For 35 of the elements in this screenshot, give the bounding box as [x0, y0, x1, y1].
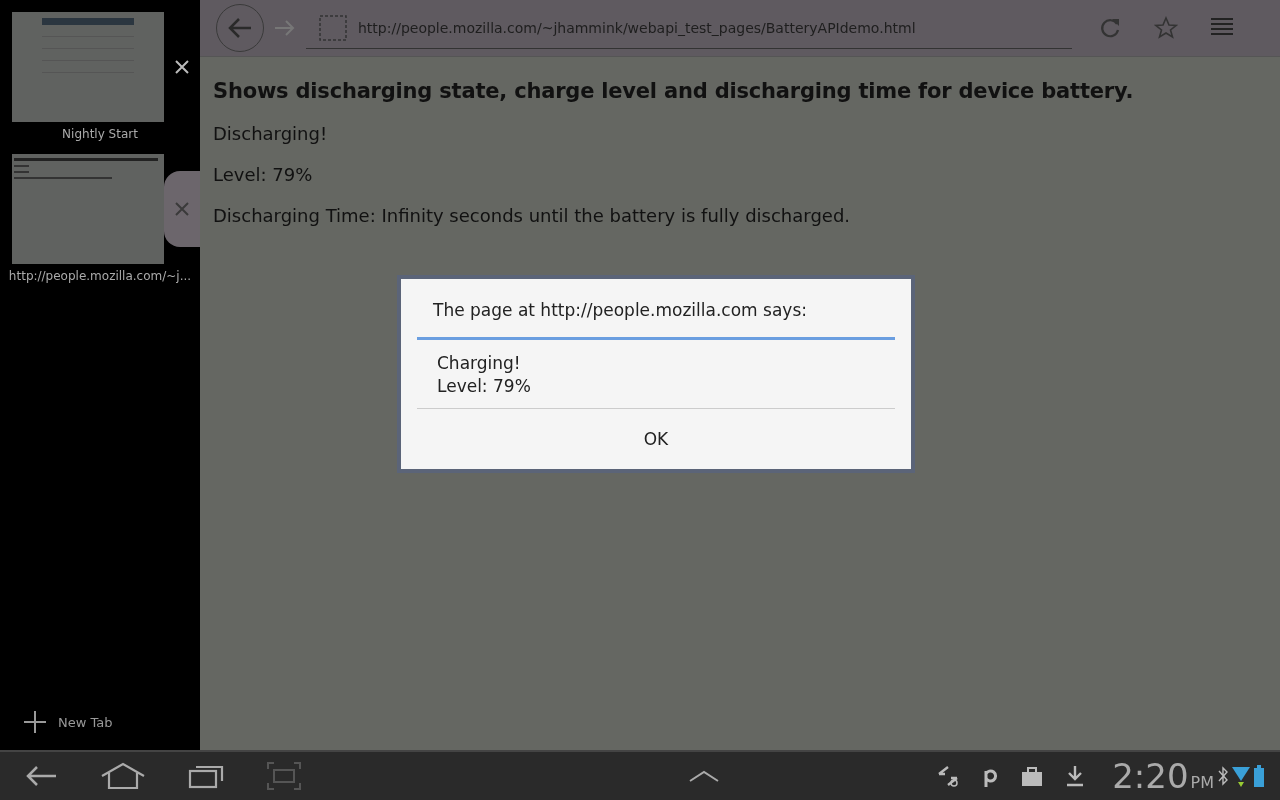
page-text: Level: 79% [213, 164, 314, 185]
page-text: Discharging! [213, 123, 329, 144]
tab-thumbnail[interactable] [12, 154, 164, 264]
new-tab-button[interactable]: New Tab [0, 710, 200, 750]
page-heading: Shows discharging state, charge level and discharging time for device battery. [213, 79, 1135, 103]
clock-period: PM [1190, 772, 1214, 792]
back-icon[interactable] [24, 764, 58, 788]
wifi-icon [1232, 765, 1250, 787]
tab-title: Nightly Start [62, 127, 138, 141]
clock: 2:20 [1112, 756, 1189, 796]
tab-thumbnail[interactable] [12, 12, 164, 122]
caret-icon[interactable] [688, 769, 720, 783]
star-icon[interactable] [1154, 16, 1178, 40]
reload-icon[interactable] [1098, 16, 1122, 40]
sync-icon [936, 764, 961, 788]
close-button[interactable] [164, 171, 200, 247]
dialog-title: The page at http://people.mozilla.com says: [432, 299, 808, 322]
plus-icon [24, 711, 46, 733]
download-icon [1066, 765, 1085, 787]
battery-icon [1254, 765, 1264, 787]
dialog-message: Level: 79% [437, 375, 531, 398]
forward-icon[interactable] [274, 19, 296, 37]
screenshot-icon[interactable] [266, 761, 302, 791]
tab-title: http://people.mozilla.com/~j... [8, 269, 192, 283]
dialog-message: Charging! [437, 352, 521, 375]
page-text: Discharging Time: Infinity seconds until the battery is fully discharged. [213, 205, 852, 226]
bag-icon [1020, 765, 1045, 787]
site-icon [318, 13, 348, 42]
home-icon[interactable] [100, 762, 146, 790]
recent-apps-icon[interactable] [188, 763, 224, 789]
back-icon [227, 17, 253, 39]
bluetooth-icon [1218, 765, 1228, 787]
close-icon [175, 60, 189, 74]
close-icon [175, 202, 189, 216]
ok-button[interactable]: OK [417, 409, 895, 469]
